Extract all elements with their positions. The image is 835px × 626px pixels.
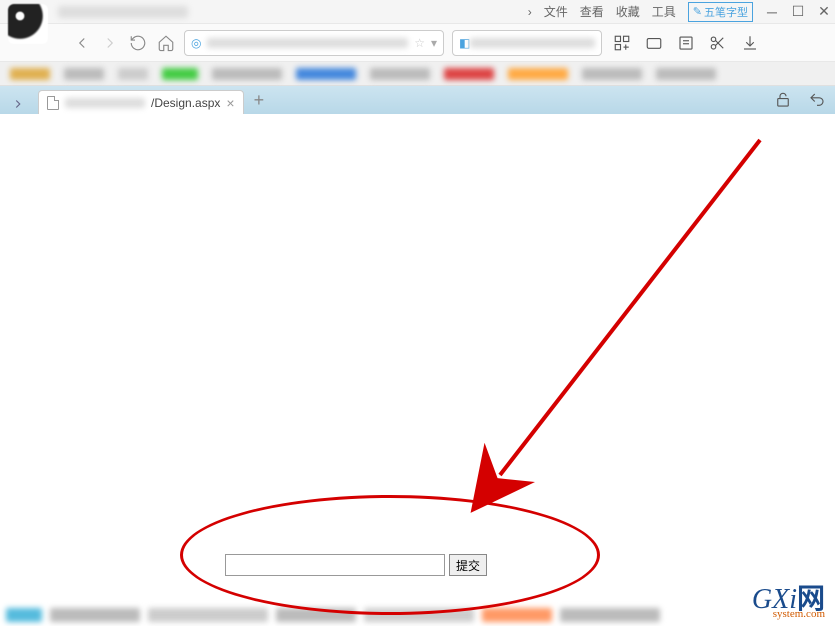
menu-arrow[interactable]: › [528, 5, 532, 19]
tab-close-button[interactable]: × [226, 95, 234, 111]
bookmark-item[interactable] [370, 68, 430, 80]
addr-star-icon[interactable]: ☆ [414, 36, 425, 50]
menu-view[interactable]: 查看 [580, 3, 604, 20]
bookmark-item[interactable] [582, 68, 642, 80]
forward-button[interactable] [100, 33, 120, 53]
wallet-icon[interactable] [642, 31, 666, 55]
bookmark-item[interactable] [656, 68, 716, 80]
back-button[interactable] [72, 33, 92, 53]
bookmark-item[interactable] [212, 68, 282, 80]
menu-favorites[interactable]: 收藏 [616, 3, 640, 20]
search-blurred [470, 38, 595, 48]
bookmark-item[interactable] [296, 68, 356, 80]
tab-title-suffix: /Design.aspx [151, 96, 220, 110]
minimize-button[interactable]: ─ [765, 5, 779, 19]
ime-label: 五笔字型 [704, 4, 748, 20]
window-titlebar: › 文件 查看 收藏 工具 ✎ 五笔字型 ─ ☐ ✕ [0, 0, 835, 24]
scissors-icon[interactable] [706, 31, 730, 55]
tab-title-blurred [65, 98, 145, 108]
undo-icon[interactable] [805, 88, 829, 112]
user-avatar[interactable] [8, 4, 48, 44]
window-title-blurred [58, 6, 188, 18]
text-input[interactable] [225, 554, 445, 576]
reload-button[interactable] [128, 33, 148, 53]
taskbar-blurred [0, 604, 835, 626]
bookmark-item[interactable] [444, 68, 494, 80]
ime-badge[interactable]: ✎ 五笔字型 [688, 2, 753, 22]
tab-expand-toggle[interactable] [6, 94, 30, 114]
site-icon: ◎ [191, 36, 201, 50]
bookmark-item[interactable] [162, 68, 198, 80]
new-tab-button[interactable]: + [244, 90, 275, 111]
file-icon [47, 96, 59, 110]
address-blurred [207, 38, 408, 48]
address-bar[interactable]: ◎ ☆ ▾ [184, 30, 444, 56]
page-content: 提交 [0, 114, 835, 604]
home-button[interactable] [156, 33, 176, 53]
navbar: ◎ ☆ ▾ ◧ [0, 24, 835, 62]
browser-tab[interactable]: /Design.aspx × [38, 90, 244, 114]
tab-bar: /Design.aspx × + [0, 86, 835, 114]
ime-icon: ✎ [693, 5, 702, 18]
reader-icon[interactable] [674, 31, 698, 55]
titlebar-right: › 文件 查看 收藏 工具 ✎ 五笔字型 ─ ☐ ✕ [528, 2, 831, 22]
menu-tools[interactable]: 工具 [652, 3, 676, 20]
search-box[interactable]: ◧ [452, 30, 602, 56]
bookmark-item[interactable] [508, 68, 568, 80]
close-button[interactable]: ✕ [817, 5, 831, 19]
form-container: 提交 [225, 554, 487, 576]
bookmark-item[interactable] [118, 68, 148, 80]
submit-button[interactable]: 提交 [449, 554, 487, 576]
watermark: GXi网 system.com [752, 587, 825, 620]
maximize-button[interactable]: ☐ [791, 5, 805, 19]
extensions-icon[interactable] [610, 31, 634, 55]
search-engine-icon: ◧ [459, 36, 470, 50]
addr-dropdown-icon[interactable]: ▾ [431, 36, 437, 50]
menu-file[interactable]: 文件 [544, 3, 568, 20]
bookmarks-bar [0, 62, 835, 86]
download-icon[interactable] [738, 31, 762, 55]
lock-icon[interactable] [771, 88, 795, 112]
bookmark-item[interactable] [10, 68, 50, 80]
bookmark-item[interactable] [64, 68, 104, 80]
